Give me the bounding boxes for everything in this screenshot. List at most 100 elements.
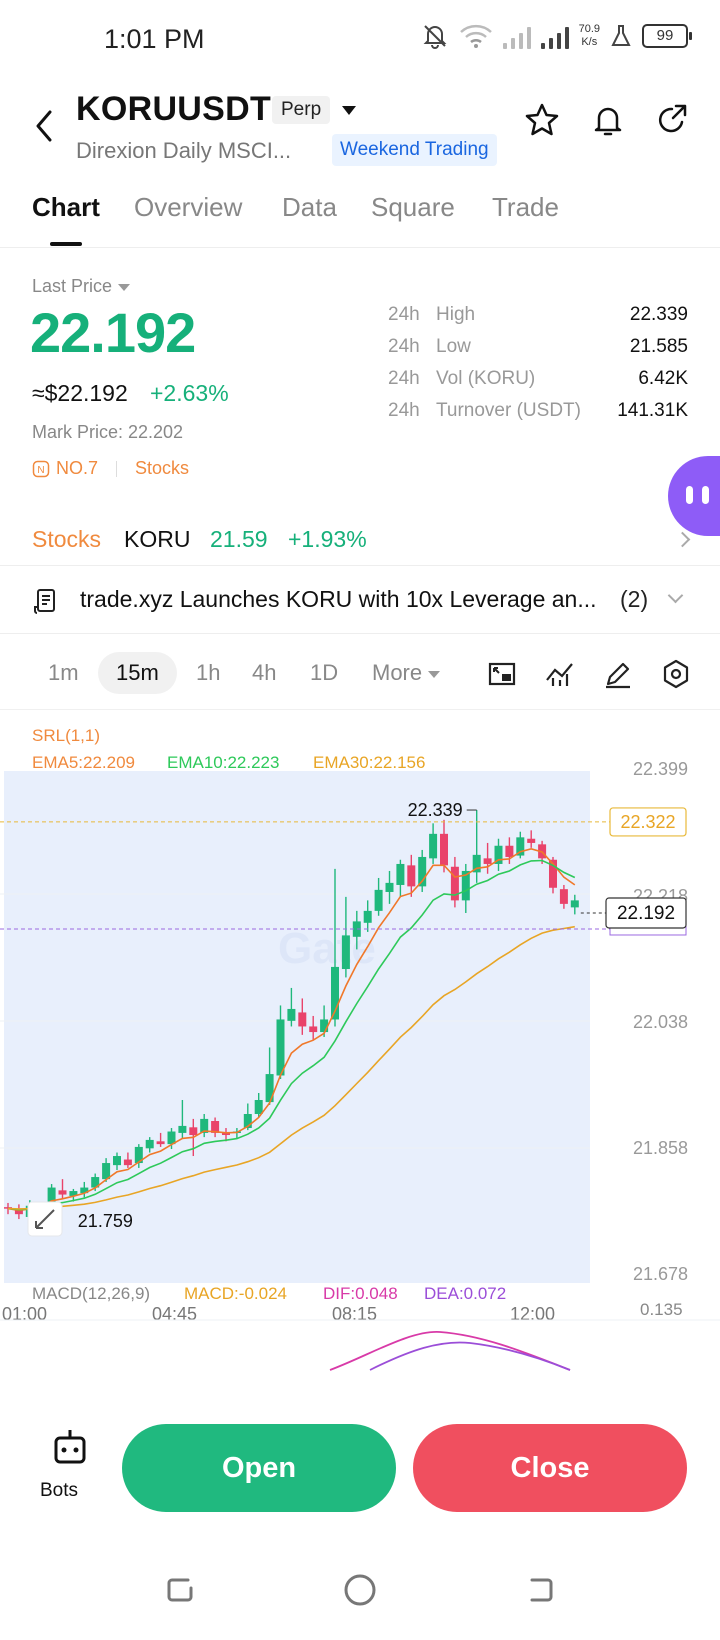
stat-value: 6.42K (638, 368, 688, 389)
stat-value: 21.585 (629, 336, 688, 357)
y-tick-label: 22.399 (633, 759, 688, 779)
candle-body (276, 1019, 285, 1076)
stocks-row[interactable]: Stocks KORU 21.59 +1.93% (0, 512, 720, 566)
svg-text:N: N (37, 465, 44, 476)
interval-15m[interactable]: 15m (98, 652, 177, 694)
candle-body (483, 858, 492, 864)
news-headline[interactable]: trade.xyz Launches KORU with 10x Leverag… (80, 586, 597, 613)
category-tag[interactable]: Stocks (135, 458, 189, 479)
bubble-eye-icon (702, 486, 709, 504)
stat-period: 24h (388, 304, 420, 325)
last-price: 22.192 (30, 301, 196, 364)
last-price-dropdown[interactable]: Last Price (32, 276, 131, 297)
stat-value: 22.339 (629, 304, 688, 325)
bell-icon[interactable] (590, 102, 626, 138)
more-label: More (372, 660, 423, 685)
candle-body (254, 1099, 263, 1115)
tab-data[interactable]: Data (282, 192, 337, 223)
settings-icon[interactable] (660, 658, 692, 690)
bots-label[interactable]: Bots (40, 1480, 78, 1502)
system-nav-bar (0, 1540, 720, 1640)
x-tick-label: 04:45 (152, 1304, 197, 1324)
interval-1m[interactable]: 1m (48, 660, 79, 686)
speed-value: 70.9 (578, 23, 600, 35)
draw-pen-icon[interactable] (602, 658, 634, 690)
chart-area[interactable]: SRL(1,1) EMA5:22.209 EMA10:22.223 EMA30:… (0, 710, 720, 1400)
macd-dif-line (329, 1331, 571, 1371)
stat-period: 24h (388, 400, 420, 421)
tab-bar: Chart Overview Data Square Trade (0, 180, 720, 248)
stocks-change: +1.93% (288, 526, 367, 552)
dif-value: DIF:0.048 (323, 1284, 398, 1303)
news-icon (34, 589, 55, 614)
chevron-down-icon[interactable] (667, 587, 684, 604)
star-icon[interactable] (524, 102, 560, 138)
candle-body (145, 1139, 154, 1149)
candle-body (156, 1141, 165, 1145)
stat-value: 141.31K (617, 400, 688, 421)
y-tick-label: 22.038 (633, 1012, 688, 1032)
stats-panel: 24h High 22.339 24h Low 21.585 24h Vol (… (388, 304, 688, 432)
candle-body (570, 900, 579, 908)
news-row[interactable]: trade.xyz Launches KORU with 10x Leverag… (0, 568, 720, 634)
stat-period: 24h (388, 368, 420, 389)
signal-icon (540, 23, 569, 49)
rank-label[interactable]: NO.7 (56, 458, 98, 479)
back-arrow-icon[interactable] (30, 106, 60, 146)
stat-label: Turnover (USDT) (436, 400, 581, 421)
watermark-logo: Gate (278, 924, 376, 973)
signal-dim-icon (502, 23, 531, 49)
tab-overview[interactable]: Overview (134, 192, 242, 223)
indicator-icon[interactable] (544, 658, 576, 690)
tab-chart[interactable]: Chart (32, 192, 100, 223)
x-tick-label: 01:00 (2, 1304, 47, 1324)
usd-price: ≈$22.192 (32, 380, 128, 406)
x-tick-label: 08:15 (332, 1304, 377, 1324)
chart-layout-icon[interactable] (486, 658, 518, 690)
header: KORUUSDT Perp Direxion Daily MSCI... Wee… (0, 80, 720, 180)
dea-value: DEA:0.072 (424, 1284, 507, 1303)
share-icon[interactable] (654, 102, 690, 138)
candle-body (407, 865, 416, 887)
rank-icon: N (32, 460, 50, 477)
close-button[interactable]: Close (413, 1424, 687, 1512)
y-tick-label: 21.678 (633, 1264, 688, 1284)
interval-1d[interactable]: 1D (310, 660, 338, 686)
back-nav-icon[interactable] (522, 1572, 558, 1608)
interval-4h[interactable]: 4h (252, 660, 276, 686)
open-button[interactable]: Open (122, 1424, 396, 1512)
stat-label: High (436, 304, 476, 325)
chevron-right-icon (674, 531, 691, 548)
macd-title: MACD(12,26,9) (32, 1284, 151, 1303)
symbol-subtitle: Direxion Daily MSCI... (76, 138, 292, 163)
macd-value: MACD:-0.024 (184, 1284, 287, 1303)
tab-square[interactable]: Square (371, 192, 455, 223)
bots-robot-icon[interactable] (46, 1424, 94, 1472)
interval-more[interactable]: More (372, 660, 441, 686)
bell-off-icon (423, 25, 446, 49)
caret-down-icon[interactable] (342, 106, 356, 115)
recent-apps-icon[interactable] (162, 1572, 198, 1608)
perp-badge[interactable]: Perp (272, 96, 331, 124)
candle-body (287, 1008, 296, 1021)
tab-trade[interactable]: Trade (492, 192, 559, 223)
candle-body (385, 882, 394, 892)
status-icons: 70.9 K/s 99 (421, 22, 692, 50)
candle-body (505, 845, 514, 857)
bottom-action-bar: Bots Open Close (0, 1400, 720, 1540)
stat-high: 24h High 22.339 (388, 304, 688, 336)
candle-body (178, 1125, 187, 1133)
candle-body (123, 1159, 132, 1166)
candle-body (440, 833, 448, 866)
status-time: 1:01 PM (104, 24, 205, 54)
stat-period: 24h (388, 336, 420, 357)
current-price-value: 22.192 (617, 903, 675, 924)
weekend-trading-badge[interactable]: Weekend Trading (332, 134, 497, 166)
x-tick-label: 12:00 (510, 1304, 555, 1324)
bubble-eye-icon (686, 486, 693, 504)
stocks-price: 21.59 (210, 526, 268, 552)
candle-body (298, 1012, 307, 1027)
interval-1h[interactable]: 1h (196, 660, 220, 686)
symbol-title[interactable]: KORUUSDT (76, 90, 271, 129)
home-icon[interactable] (342, 1572, 378, 1608)
